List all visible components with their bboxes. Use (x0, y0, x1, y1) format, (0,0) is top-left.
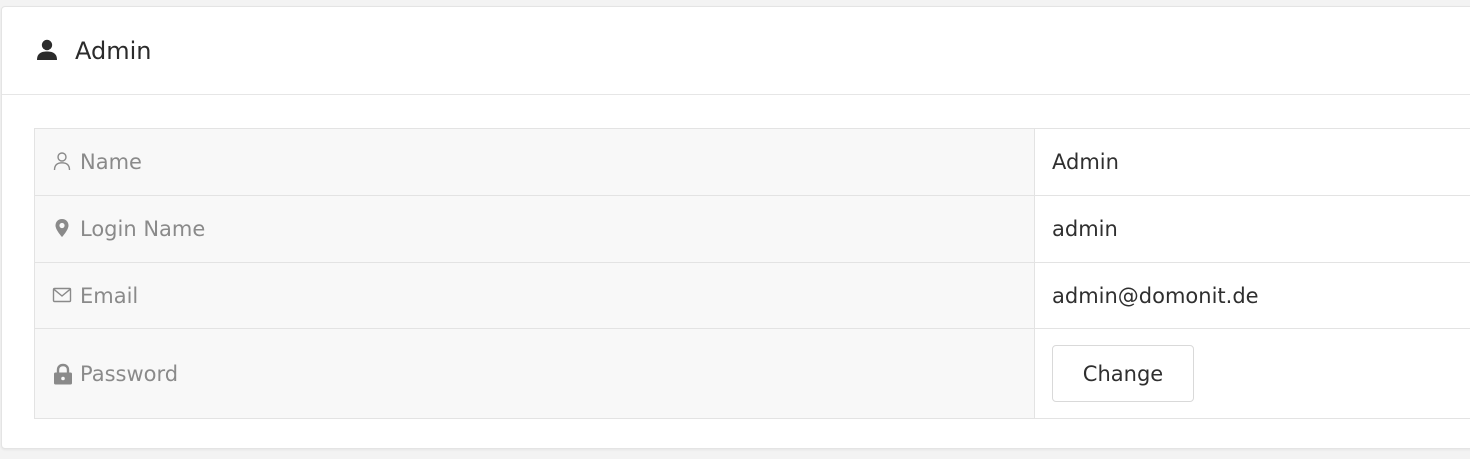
change-password-button[interactable]: Change (1052, 345, 1194, 402)
user-solid-icon (36, 39, 58, 61)
user-outline-icon (52, 151, 72, 171)
login-name-label: Login Name (80, 217, 206, 241)
email-value: admin@domonit.de (1052, 284, 1259, 308)
value-cell: Change (1035, 329, 1470, 418)
name-label: Name (80, 150, 142, 174)
admin-card: Admin Name Admin Login Name admin Email … (1, 6, 1470, 449)
label-cell: Name (35, 129, 1035, 195)
lock-icon (52, 363, 72, 385)
value-cell: admin@domonit.de (1035, 263, 1470, 328)
password-label: Password (80, 362, 179, 386)
card-title: Admin (75, 37, 152, 65)
label-cell: Login Name (35, 196, 1035, 262)
table-row-email: Email admin@domonit.de (35, 263, 1470, 329)
card-header: Admin (2, 7, 1470, 95)
label-cell: Password (35, 329, 1035, 418)
table-row-password: Password Change (35, 329, 1470, 419)
email-label: Email (80, 284, 139, 308)
location-pin-icon (52, 218, 72, 238)
login-name-value: admin (1052, 217, 1118, 241)
name-value: Admin (1052, 150, 1119, 174)
table-row-name: Name Admin (35, 129, 1470, 196)
label-cell: Email (35, 263, 1035, 328)
table-row-login-name: Login Name admin (35, 196, 1470, 263)
admin-details-table: Name Admin Login Name admin Email admin@… (34, 128, 1470, 419)
envelope-icon (52, 285, 72, 305)
value-cell: Admin (1035, 129, 1470, 195)
value-cell: admin (1035, 196, 1470, 262)
